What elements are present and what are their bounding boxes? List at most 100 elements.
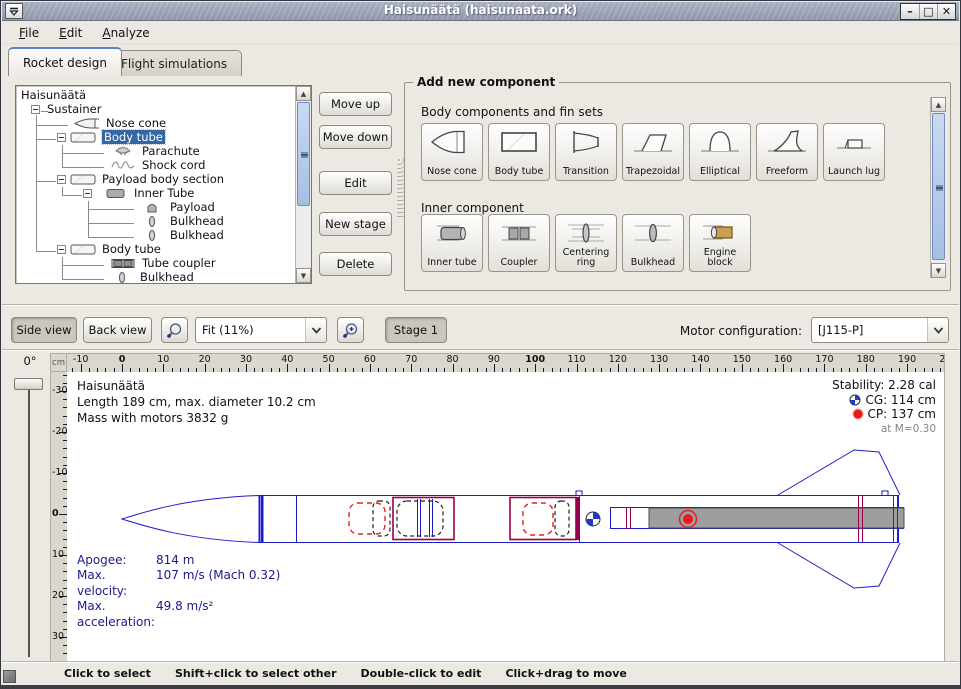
component-button-engine-block[interactable]: Engine block (689, 214, 751, 272)
rocket-canvas[interactable]: Haisunäätä Length 189 cm, max. diameter … (67, 372, 945, 662)
close-button[interactable]: ✕ (937, 4, 955, 19)
title-bar[interactable]: Haisunäätä (haisunaata.ork) – □ ✕ (2, 2, 959, 21)
rocket-info: Haisunäätä Length 189 cm, max. diameter … (77, 378, 316, 426)
hint-click-drag: Click+drag to move (505, 667, 626, 680)
transition-icon (563, 127, 609, 157)
menu-edit[interactable]: Edit (50, 24, 91, 42)
ruler-unit-label: cm (50, 353, 67, 372)
tree-item-shock-cord[interactable]: Shock cord (16, 158, 295, 172)
resize-grip[interactable] (3, 670, 16, 683)
edit-button[interactable]: Edit (319, 171, 392, 195)
cg-value: CG: 114 cm (865, 393, 936, 408)
inner-tube-icon (104, 188, 128, 199)
tab-flight-simulations[interactable]: Flight simulations (106, 50, 242, 76)
zoom-out-button[interactable] (161, 317, 188, 343)
window-controls: – □ ✕ (900, 3, 956, 20)
inner-component-label: Inner component (421, 201, 524, 215)
tree-item-payload[interactable]: Payload (16, 200, 295, 214)
zoom-level-select[interactable]: Fit (11%) (195, 317, 327, 343)
collapse-icon[interactable] (57, 133, 66, 142)
max-velocity-value: 107 m/s (Mach 0.32) (156, 568, 280, 599)
tree-rows: Haisunäätä Sustainer Nose cone Body (16, 88, 295, 283)
cp-value: CP: 137 cm (868, 407, 936, 422)
side-view-button[interactable]: Side view (11, 317, 77, 343)
nose-cone-icon (74, 118, 100, 129)
freeform-fin-icon (764, 127, 810, 157)
parachute-icon (110, 146, 136, 157)
back-view-button[interactable]: Back view (83, 317, 152, 343)
cg-marker (586, 512, 600, 526)
component-button-elliptical-fin[interactable]: Elliptical (689, 123, 751, 181)
move-up-button[interactable]: Move up (319, 92, 392, 116)
rocket-dimensions: Length 189 cm, max. diameter 10.2 cm (77, 394, 316, 410)
window-title: Haisunäätä (haisunaata.ork) (2, 3, 959, 17)
chevron-down-icon (305, 318, 326, 342)
component-tree: Haisunäätä Sustainer Nose cone Body (15, 85, 312, 284)
menu-analyze[interactable]: Analyze (93, 24, 158, 42)
tree-item-tube-coupler[interactable]: Tube coupler (16, 256, 295, 270)
hint-double-click: Double-click to edit (361, 667, 482, 680)
component-button-coupler[interactable]: Coupler (488, 214, 550, 272)
status-bar: Click to select Shift+click to select ot… (2, 661, 959, 685)
collapse-icon[interactable] (83, 189, 92, 198)
motor-configuration-select[interactable]: [J115-P] (811, 317, 949, 343)
collapse-icon[interactable] (57, 175, 66, 184)
zoom-in-button[interactable] (337, 317, 364, 343)
tree-item-body-tube-selected[interactable]: Body tube (16, 130, 295, 144)
new-stage-button[interactable]: New stage (319, 212, 392, 236)
tree-item-bulkhead[interactable]: Bulkhead (16, 214, 295, 228)
body-tube-icon (70, 244, 96, 255)
stability-info: Stability: 2.28 cal CG: 114 cm CP: 137 c… (832, 378, 936, 436)
component-panel-scrollbar[interactable]: ▲ ▼ (930, 97, 946, 278)
splitter-grip[interactable] (397, 158, 404, 218)
flight-summary: Apogee:814 m Max. velocity:107 m/s (Mach… (77, 553, 280, 631)
delete-button[interactable]: Delete (319, 252, 392, 276)
tree-item-bulkhead[interactable]: Bulkhead (16, 228, 295, 242)
rotation-angle-label: 0° (15, 354, 45, 368)
body-components-label: Body components and fin sets (421, 105, 603, 119)
centering-ring-icon (563, 218, 609, 248)
component-button-nose-cone[interactable]: Nose cone (421, 123, 483, 181)
tab-rocket-design[interactable]: Rocket design (8, 47, 122, 76)
menu-file[interactable]: File (10, 24, 48, 42)
body-tube-icon (70, 174, 96, 185)
component-button-freeform-fin[interactable]: Freeform (756, 123, 818, 181)
apogee-value: 814 m (156, 553, 194, 569)
tree-item-parachute[interactable]: Parachute (16, 144, 295, 158)
tree-item-bulkhead[interactable]: Bulkhead (16, 270, 295, 284)
component-button-trapezoidal-fin[interactable]: Trapezoidal (622, 123, 684, 181)
component-button-launch-lug[interactable]: Launch lug (823, 123, 885, 181)
tree-item-body-tube-aft[interactable]: Body tube (16, 242, 295, 256)
stage-1-toggle[interactable]: Stage 1 (385, 317, 447, 343)
component-button-centering-ring[interactable]: Centering ring (555, 214, 617, 272)
collapse-icon[interactable] (31, 105, 40, 114)
component-button-bulkhead[interactable]: Bulkhead (622, 214, 684, 272)
collapse-icon[interactable] (57, 245, 66, 254)
tree-item-rocket[interactable]: Haisunäätä (16, 88, 295, 102)
max-acceleration-value: 49.8 m/s² (156, 599, 213, 630)
tree-item-nose-cone[interactable]: Nose cone (16, 116, 295, 130)
motor-configuration-label: Motor configuration: (680, 324, 802, 338)
tree-item-payload-body-section[interactable]: Payload body section (16, 172, 295, 186)
tube-coupler-icon (110, 258, 136, 269)
cg-icon (849, 394, 861, 406)
component-button-body-tube[interactable]: Body tube (488, 123, 550, 181)
inner-tube-icon (429, 218, 475, 248)
rotation-slider[interactable] (28, 380, 30, 657)
tree-item-sustainer[interactable]: Sustainer (16, 102, 295, 116)
component-button-transition[interactable]: Transition (555, 123, 617, 181)
component-button-inner-tube[interactable]: Inner tube (421, 214, 483, 272)
group-title: Add new component (413, 75, 559, 89)
minimize-button[interactable]: – (901, 4, 919, 19)
cp-icon (852, 408, 864, 420)
tree-item-inner-tube[interactable]: Inner Tube (16, 186, 295, 200)
move-down-button[interactable]: Move down (319, 125, 392, 149)
tree-scrollbar[interactable]: ▲ ▼ (295, 86, 311, 283)
coupler-icon (496, 218, 542, 248)
nose-cone-icon (429, 127, 475, 157)
application-window: Haisunäätä (haisunaata.ork) – □ ✕ File E… (0, 0, 961, 689)
maximize-button[interactable]: □ (919, 4, 937, 19)
launch-lug-icon (831, 127, 877, 157)
rotation-slider-handle[interactable] (14, 378, 43, 390)
mach-condition: at M=0.30 (832, 422, 936, 437)
